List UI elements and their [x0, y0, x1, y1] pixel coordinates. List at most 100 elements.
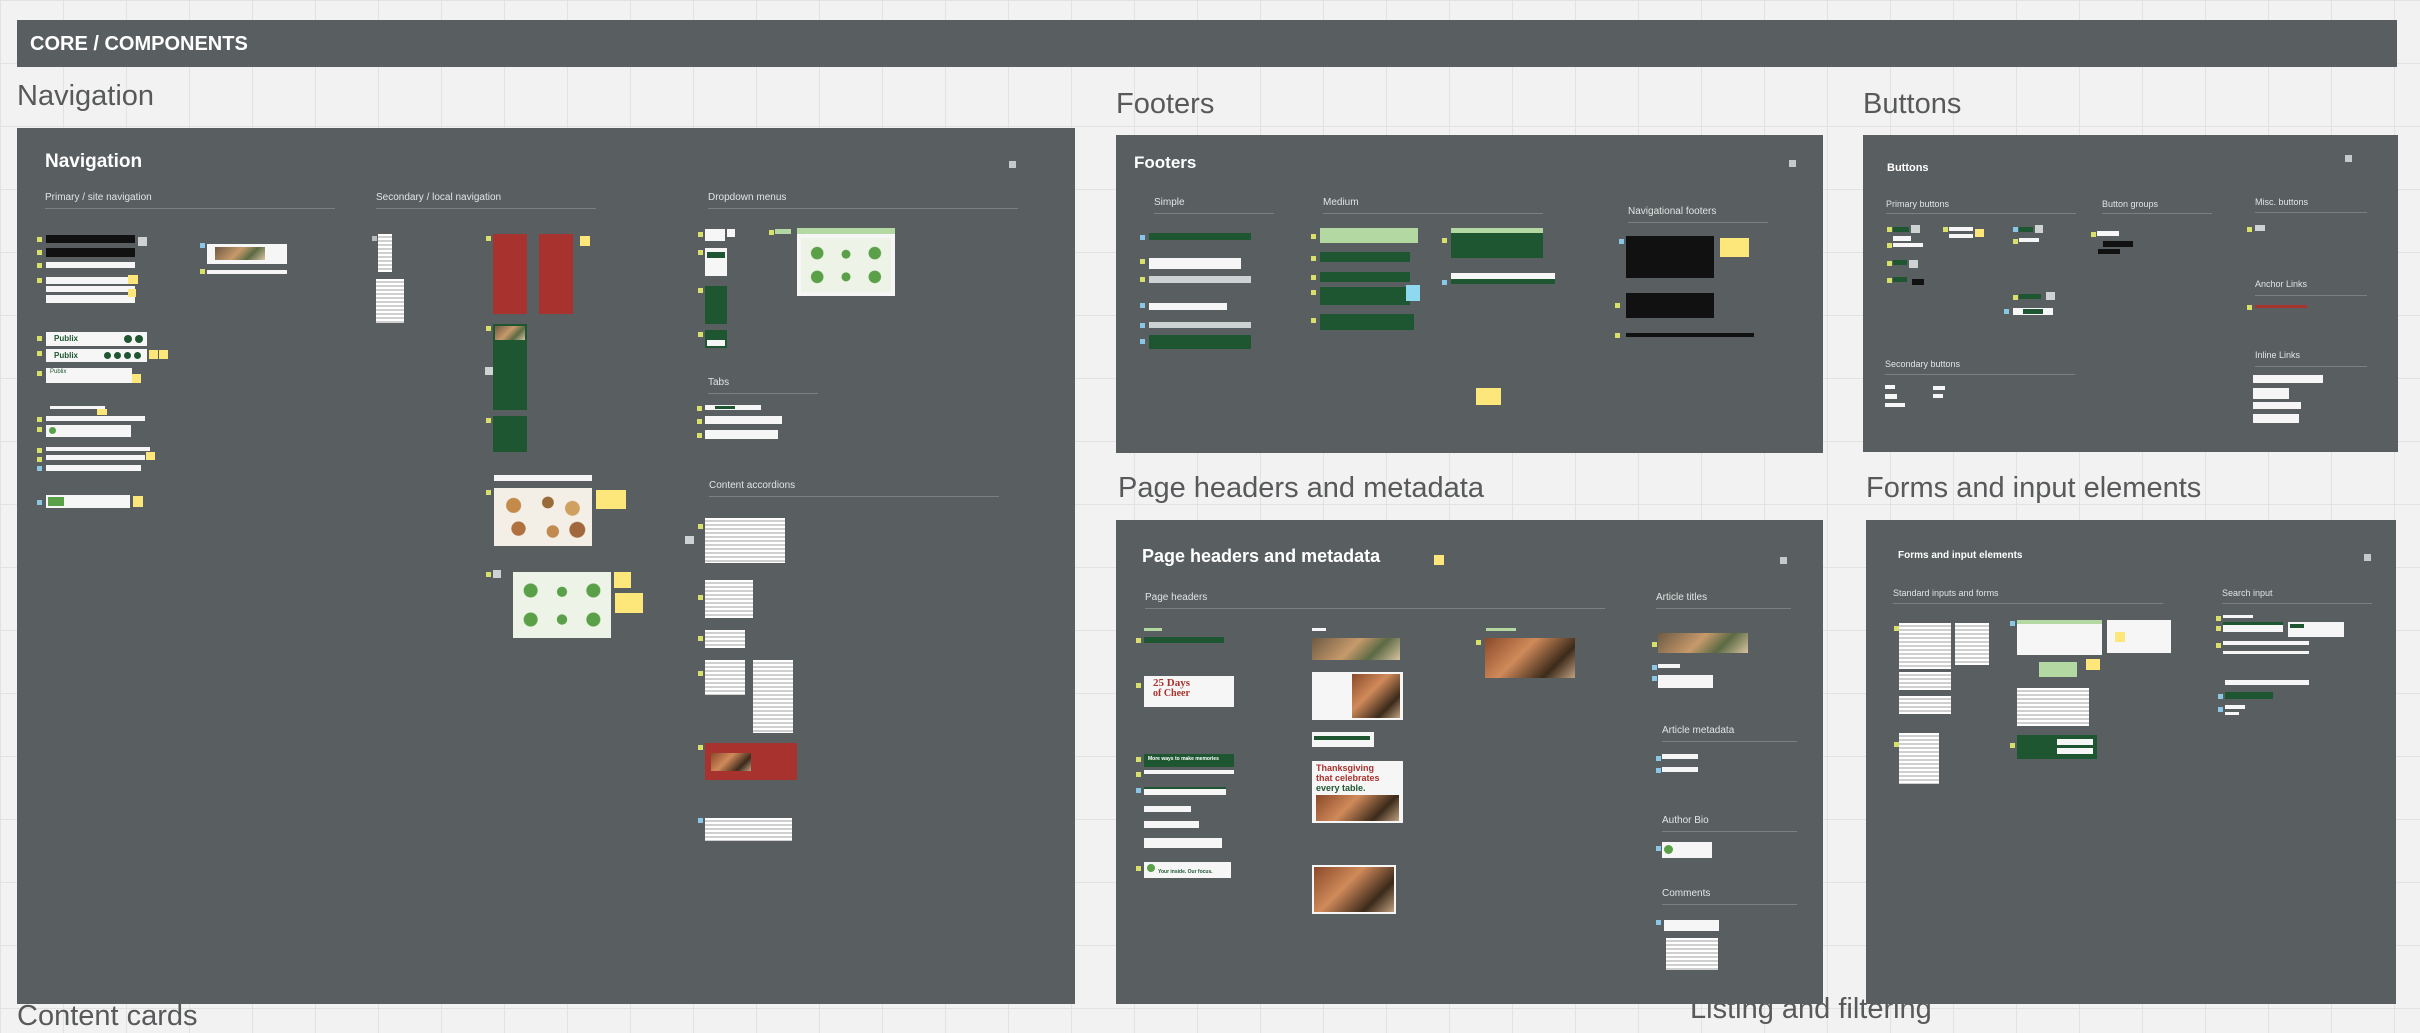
- header-thumbnail[interactable]: [1144, 838, 1222, 848]
- article-title-thumbnail[interactable]: [1658, 675, 1713, 688]
- nav-thumbnail[interactable]: [46, 286, 135, 292]
- thanksgiving-header-thumbnail[interactable]: Thanksgiving that celebrates every table…: [1312, 761, 1403, 823]
- author-bio-thumbnail[interactable]: [1662, 842, 1712, 858]
- food-grid-thumbnail[interactable]: [494, 488, 592, 546]
- form-thumbnail[interactable]: [1899, 623, 1951, 669]
- article-title-thumbnail[interactable]: [1658, 633, 1748, 653]
- tabs-thumbnail[interactable]: [705, 416, 782, 424]
- button-sample[interactable]: [1949, 227, 1973, 231]
- dropdown-thumbnail[interactable]: [705, 286, 727, 324]
- frame-handle-icon[interactable]: [1780, 557, 1787, 564]
- form-thumbnail[interactable]: [1899, 733, 1939, 784]
- form-thumbnail[interactable]: [2107, 620, 2171, 653]
- accordion-thumbnail[interactable]: [705, 660, 745, 695]
- nav-thumbnail[interactable]: Publix: [46, 368, 132, 383]
- holiday-header-thumbnail[interactable]: 25 Days of Cheer: [1144, 676, 1234, 707]
- header-thumbnail[interactable]: [1312, 732, 1374, 747]
- anchor-link-sample[interactable]: [2255, 305, 2307, 308]
- sticky-note[interactable]: [580, 236, 590, 246]
- button-group-sample[interactable]: [2103, 241, 2133, 247]
- tabs-thumbnail[interactable]: [705, 430, 778, 439]
- button-group-sample[interactable]: [2098, 249, 2120, 254]
- search-input-thumbnail[interactable]: [2223, 622, 2283, 632]
- secondary-button-sample[interactable]: [1933, 386, 1945, 390]
- button-sample[interactable]: [1949, 234, 1973, 238]
- mega-menu-thumbnail[interactable]: [797, 228, 895, 296]
- footer-thumbnail-dark[interactable]: [1626, 333, 1754, 337]
- article-metadata-thumbnail[interactable]: [1662, 754, 1698, 759]
- button-sample[interactable]: [1893, 243, 1923, 247]
- photo-header-thumbnail[interactable]: [1312, 672, 1403, 720]
- local-nav-thumbnail[interactable]: [376, 279, 404, 323]
- inline-link-sample[interactable]: [2253, 414, 2299, 423]
- header-thumbnail[interactable]: [1312, 628, 1326, 631]
- header-thumbnail[interactable]: [1144, 821, 1199, 828]
- footer-thumbnail[interactable]: [1149, 258, 1241, 269]
- nav-thumbnail[interactable]: [46, 495, 130, 508]
- nav-thumbnail[interactable]: [46, 455, 145, 460]
- header-thumbnail[interactable]: [1144, 806, 1191, 812]
- search-input-thumbnail[interactable]: [2223, 641, 2309, 645]
- sticky-note[interactable]: [132, 374, 141, 383]
- navigation-frame[interactable]: Navigation Primary / site navigation Sec…: [17, 128, 1075, 1004]
- footer-thumbnail[interactable]: [1320, 287, 1410, 305]
- button-group-sample[interactable]: [2097, 231, 2119, 236]
- dropdown-thumbnail[interactable]: [775, 229, 791, 234]
- sticky-note[interactable]: [2086, 659, 2100, 670]
- header-thumbnail[interactable]: More ways to make memories: [1144, 754, 1234, 767]
- comments-thumbnail[interactable]: [1664, 920, 1719, 931]
- nav-thumbnail[interactable]: [207, 244, 287, 264]
- photo-header-thumbnail[interactable]: [1312, 638, 1400, 660]
- footer-thumbnail-dark[interactable]: [1626, 236, 1714, 278]
- inline-link-sample[interactable]: [2253, 402, 2301, 409]
- header-thumbnail[interactable]: [1144, 628, 1162, 631]
- header-thumbnail[interactable]: [1144, 637, 1224, 643]
- footer-thumbnail[interactable]: [1149, 233, 1251, 240]
- dropdown-thumbnail[interactable]: [705, 248, 727, 276]
- sticky-note[interactable]: [97, 409, 107, 415]
- sticky-note[interactable]: [146, 452, 155, 460]
- accordion-thumbnail[interactable]: [705, 580, 753, 618]
- grid-thumbnail-header[interactable]: [494, 475, 592, 481]
- footers-frame[interactable]: Footers Simple Medium Navigational foote…: [1116, 135, 1823, 453]
- misc-button-sample[interactable]: [2255, 225, 2265, 231]
- footer-thumbnail[interactable]: [1320, 252, 1410, 262]
- sticky-note[interactable]: [149, 350, 158, 359]
- photo-header-thumbnail[interactable]: [1312, 865, 1396, 914]
- sticky-note[interactable]: [133, 496, 143, 507]
- nav-thumbnail[interactable]: [46, 425, 131, 437]
- form-thumbnail[interactable]: [1899, 672, 1951, 690]
- form-thumbnail[interactable]: [1899, 696, 1951, 714]
- forms-frame[interactable]: Forms and input elements Standard inputs…: [1866, 520, 2396, 1004]
- button-sample[interactable]: [1893, 227, 1909, 232]
- form-thumbnail[interactable]: [2017, 688, 2089, 726]
- accordion-thumbnail[interactable]: [705, 518, 785, 563]
- search-input-thumbnail[interactable]: [2225, 692, 2273, 699]
- footer-thumbnail[interactable]: [1149, 335, 1251, 349]
- button-sample[interactable]: [1893, 236, 1911, 241]
- frame-handle-icon[interactable]: [2364, 554, 2371, 561]
- local-nav-thumbnail-green[interactable]: [493, 324, 527, 410]
- accordion-thumbnail-red[interactable]: [705, 743, 797, 780]
- tabs-thumbnail[interactable]: [705, 405, 761, 410]
- search-input-thumbnail[interactable]: [2225, 705, 2245, 709]
- sticky-note[interactable]: [1975, 229, 1984, 237]
- accordion-thumbnail[interactable]: [705, 630, 745, 648]
- frame-handle-icon[interactable]: [1789, 160, 1796, 167]
- local-nav-thumbnail-green[interactable]: [493, 416, 527, 452]
- article-metadata-thumbnail[interactable]: [1662, 767, 1698, 772]
- nav-thumbnail[interactable]: [46, 465, 141, 471]
- search-input-thumbnail[interactable]: [2223, 651, 2309, 654]
- search-input-thumbnail[interactable]: [2223, 615, 2253, 618]
- footer-thumbnail[interactable]: [1320, 272, 1410, 282]
- footer-thumbnail[interactable]: [1451, 279, 1555, 284]
- header-thumbnail[interactable]: Your inside. Our focus.: [1144, 862, 1231, 878]
- search-input-thumbnail[interactable]: [2225, 712, 2239, 715]
- nav-thumbnail-brand[interactable]: Publix: [46, 349, 147, 362]
- button-sample[interactable]: [1912, 279, 1924, 285]
- product-grid-thumbnail[interactable]: [513, 572, 611, 638]
- nav-thumbnail-brand[interactable]: Publix: [46, 332, 147, 346]
- nav-thumbnail[interactable]: [46, 295, 135, 303]
- nav-thumbnail[interactable]: [46, 447, 150, 451]
- header-thumbnail[interactable]: [1486, 628, 1516, 631]
